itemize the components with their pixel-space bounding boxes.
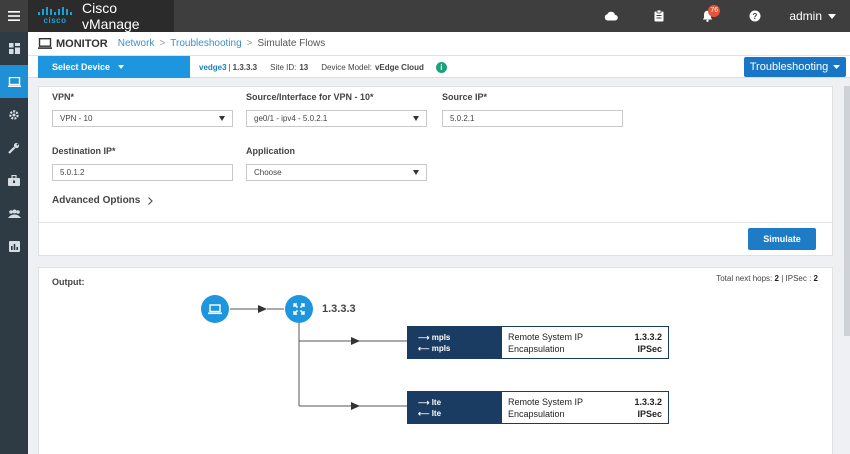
vpn-select[interactable]: VPN - 10 bbox=[52, 110, 233, 127]
source-interface-select[interactable]: ge0/1 - ipv4 - 5.0.2.1 bbox=[246, 110, 427, 127]
vpn-label: VPN* bbox=[52, 92, 75, 102]
output-panel: Output: Total next hops: 2 | IPSec : 2 1… bbox=[38, 267, 833, 454]
cisco-logo: cisco bbox=[38, 7, 72, 25]
user-menu[interactable]: admin bbox=[779, 9, 850, 23]
section-title: MONITOR bbox=[56, 37, 108, 50]
flow-diagram bbox=[230, 305, 407, 410]
next-hop-lte[interactable]: ⟶ lte ⟵ lte Remote System IP 1.3.3.2 Enca… bbox=[407, 391, 669, 424]
source-laptop-icon bbox=[201, 295, 229, 323]
arrow-icon bbox=[351, 337, 360, 345]
destination-ip-input[interactable]: 5.0.1.2 bbox=[52, 164, 233, 181]
user-name: admin bbox=[789, 9, 822, 23]
application-select[interactable]: Choose bbox=[246, 164, 427, 181]
breadcrumb-troubleshooting[interactable]: Troubleshooting bbox=[170, 38, 241, 49]
app-title: Cisco vManage bbox=[82, 0, 140, 32]
simulate-flows-form: VPN* VPN - 10 Source/Interface for VPN -… bbox=[38, 86, 833, 256]
clipboard-icon[interactable] bbox=[635, 0, 683, 32]
arrow-left-icon: ⟵ bbox=[418, 408, 432, 418]
top-bar: cisco Cisco vManage 76 ? admin bbox=[0, 0, 850, 32]
configuration-icon[interactable] bbox=[0, 98, 28, 131]
brand[interactable]: cisco Cisco vManage bbox=[28, 0, 174, 32]
arrow-icon bbox=[351, 402, 360, 410]
chevron-down-icon bbox=[118, 65, 125, 69]
tools-icon[interactable] bbox=[0, 131, 28, 164]
cloud-icon[interactable] bbox=[587, 0, 635, 32]
chevron-down-icon bbox=[828, 13, 836, 19]
bell-icon[interactable]: 76 bbox=[683, 0, 731, 32]
select-device-dropdown[interactable]: Select Device bbox=[38, 56, 190, 78]
page-header: MONITOR Network > Troubleshooting > Simu… bbox=[28, 32, 850, 56]
caret-down-icon bbox=[413, 116, 419, 121]
notification-badge: 76 bbox=[708, 5, 721, 17]
system-ip: 1.3.3.3 bbox=[232, 62, 258, 72]
maintenance-icon[interactable] bbox=[0, 164, 28, 197]
analytics-icon[interactable] bbox=[0, 230, 28, 263]
application-label: Application bbox=[246, 146, 295, 156]
device-info: vedge3 | 1.3.3.3 Site ID: 13 Device Mode… bbox=[199, 56, 447, 78]
scrollbar[interactable] bbox=[844, 86, 850, 336]
site-id-value: 13 bbox=[299, 62, 309, 72]
source-interface-label: Source/Interface for VPN - 10* bbox=[246, 92, 374, 102]
info-icon[interactable]: i bbox=[435, 61, 447, 73]
svg-text:?: ? bbox=[753, 12, 758, 21]
caret-down-icon bbox=[413, 170, 419, 175]
arrow-right-icon: ⟶ bbox=[418, 332, 432, 342]
device-bar: Select Device vedge3 | 1.3.3.3 Site ID: … bbox=[28, 56, 850, 78]
dashboard-icon[interactable] bbox=[0, 32, 28, 65]
device-model-label: Device Model: bbox=[321, 62, 372, 72]
chevron-down-icon bbox=[833, 65, 841, 69]
source-ip-label: Source IP* bbox=[442, 92, 488, 102]
arrow-left-icon: ⟵ bbox=[418, 343, 432, 353]
destination-ip-label: Destination IP* bbox=[52, 146, 116, 156]
next-hop-mpls[interactable]: ⟶ mpls ⟵ mpls Remote System IP 1.3.3.2 En… bbox=[407, 326, 669, 359]
hamburger-menu-icon[interactable] bbox=[0, 0, 28, 32]
simulate-button[interactable]: Simulate bbox=[748, 228, 816, 250]
divider bbox=[39, 222, 832, 223]
monitor-icon bbox=[38, 38, 52, 49]
help-icon[interactable]: ? bbox=[731, 0, 779, 32]
breadcrumb-network[interactable]: Network bbox=[118, 38, 155, 49]
device-name[interactable]: vedge3 bbox=[199, 63, 227, 72]
breadcrumb-simulate-flows: Simulate Flows bbox=[257, 38, 326, 49]
breadcrumb-separator: > bbox=[246, 38, 253, 49]
chevron-right-icon bbox=[148, 196, 154, 205]
advanced-options-toggle[interactable]: Advanced Options bbox=[52, 195, 154, 206]
device-model-value: vEdge Cloud bbox=[374, 62, 424, 72]
monitor-icon[interactable] bbox=[0, 65, 28, 98]
breadcrumb-separator: > bbox=[159, 38, 166, 49]
sidebar bbox=[0, 32, 28, 454]
site-id-label: Site ID: bbox=[270, 62, 297, 72]
troubleshooting-button[interactable]: Troubleshooting bbox=[744, 57, 846, 77]
administration-icon[interactable] bbox=[0, 197, 28, 230]
arrow-right-icon: ⟶ bbox=[418, 397, 432, 407]
arrow-icon bbox=[258, 305, 267, 313]
source-ip-input[interactable]: 5.0.2.1 bbox=[442, 110, 623, 127]
caret-down-icon bbox=[219, 116, 225, 121]
router-icon bbox=[285, 295, 313, 323]
router-ip: 1.3.3.3 bbox=[322, 303, 356, 315]
